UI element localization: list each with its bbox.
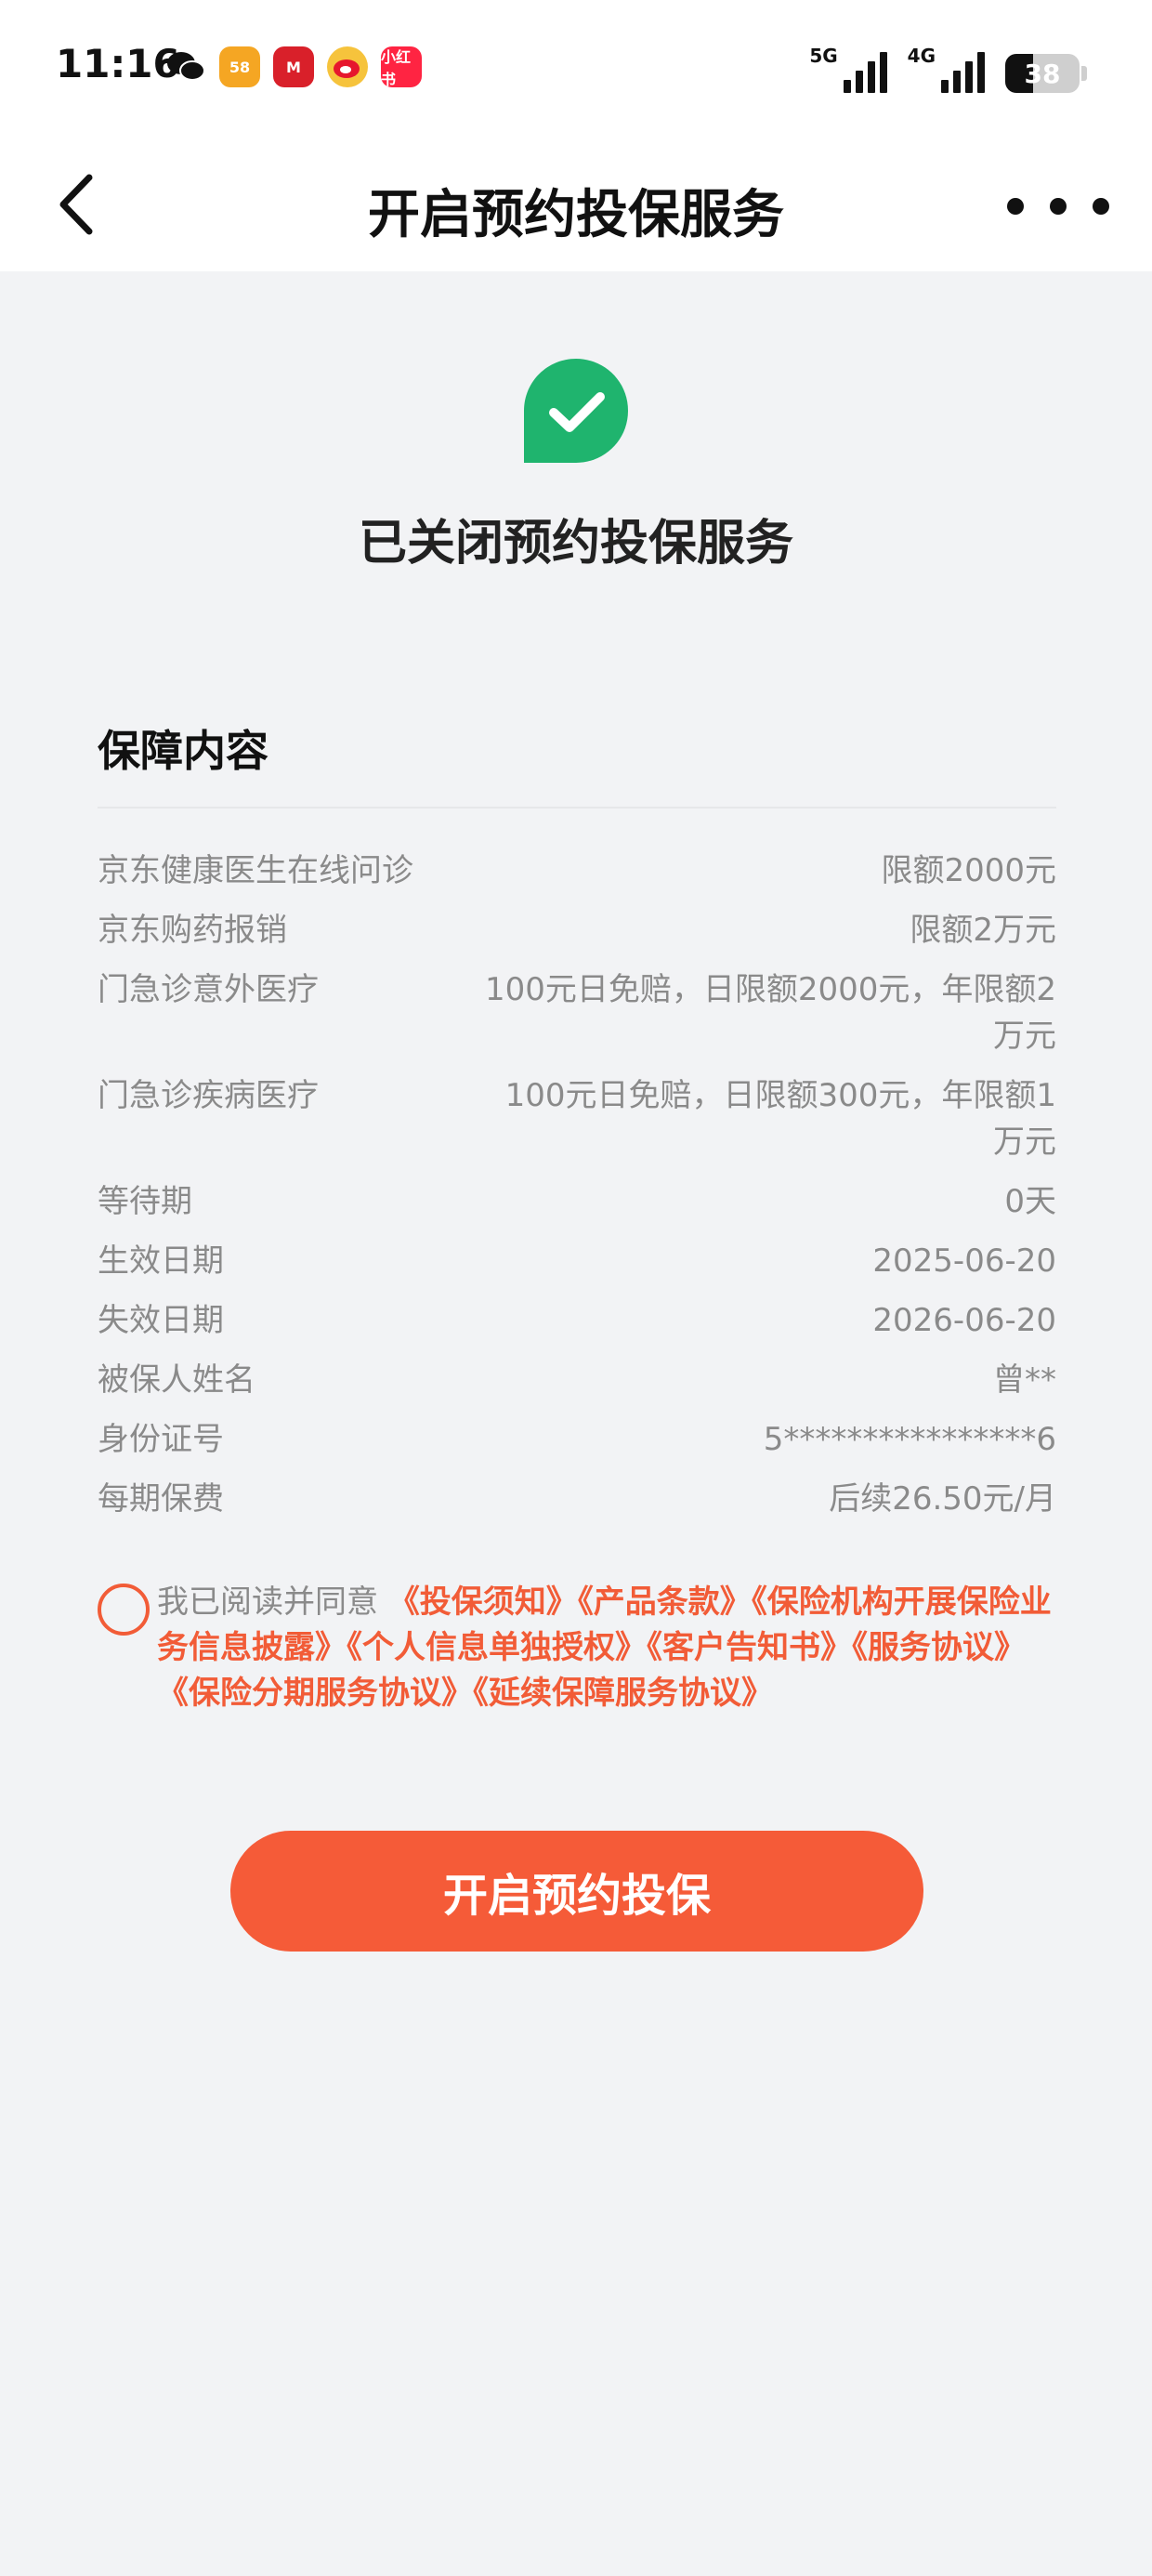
detail-label: 门急诊意外医疗	[98, 971, 319, 1008]
detail-row: 每期保费 后续26.50元/月	[98, 1476, 1056, 1522]
detail-row: 京东购药报销 限额2万元	[98, 907, 1056, 953]
coverage-detail-list: 京东健康医生在线问诊 限额2000元京东购药报销 限额2万元门急诊意外医疗 100元日…	[98, 848, 1056, 1535]
detail-row: 京东健康医生在线问诊 限额2000元	[98, 848, 1056, 894]
detail-value: 0天	[1004, 1183, 1056, 1220]
enable-reservation-button[interactable]: 开启预约投保	[230, 1831, 923, 1952]
detail-value: 2025-06-20	[872, 1242, 1056, 1280]
detail-row: 生效日期 2025-06-20	[98, 1238, 1056, 1284]
more-dots-icon	[1007, 198, 1109, 215]
detail-value: 后续26.50元/月	[829, 1480, 1056, 1518]
result-title: 已关闭预约投保服务	[358, 516, 793, 572]
battery-icon: 38	[1005, 54, 1080, 93]
agreement-link[interactable]: 《服务协议》	[852, 1629, 1026, 1666]
battery-level: 38	[1024, 58, 1061, 89]
detail-value: 100元日免赔，日限额2000元，年限额2万元	[484, 971, 1056, 1055]
section-title: 保障内容	[98, 726, 268, 776]
signal-bars-icon	[843, 52, 887, 93]
status-indicators: 5G 4G 38	[809, 45, 1087, 93]
success-check-icon	[524, 359, 628, 463]
network-5g: 5G	[809, 45, 887, 93]
detail-value: 曾**	[993, 1361, 1056, 1399]
signal-bars-icon	[941, 52, 985, 93]
detail-value: 100元日免赔，日限额300元，年限额1万元	[504, 1077, 1056, 1161]
cmb-bank-icon: M	[273, 46, 314, 87]
detail-label: 京东健康医生在线问诊	[98, 852, 413, 889]
agreement-link[interactable]: 《延续保障服务协议》	[473, 1675, 773, 1712]
wechat-icon	[165, 46, 206, 87]
detail-value: 2026-06-20	[872, 1302, 1056, 1339]
detail-value: 5****************6	[763, 1421, 1056, 1458]
detail-value: 限额2000元	[881, 852, 1056, 889]
notification-icons: 58 M 小红书	[165, 46, 422, 88]
xiaohongshu-icon: 小红书	[381, 46, 422, 88]
more-button[interactable]	[998, 178, 1119, 234]
detail-label: 生效日期	[98, 1242, 224, 1280]
cmb-bank-icon-label: M	[286, 58, 301, 76]
detail-row: 失效日期 2026-06-20	[98, 1297, 1056, 1344]
detail-value: 限额2万元	[910, 912, 1056, 949]
detail-label: 等待期	[98, 1183, 192, 1220]
detail-label: 门急诊疾病医疗	[98, 1077, 319, 1114]
agreement-link[interactable]: 《投保须知》	[388, 1584, 578, 1621]
agreement-block: 我已阅读并同意 《投保须知》《产品条款》《保险机构开展保险业务信息披露》《个人信…	[98, 1580, 1064, 1716]
detail-row: 门急诊意外医疗 100元日免赔，日限额2000元，年限额2万元	[98, 966, 1056, 1059]
detail-label: 每期保费	[98, 1480, 224, 1518]
status-bar: 11:16 58 M 小红书 5G 4G 38	[0, 0, 1152, 139]
battery-tip	[1081, 66, 1087, 81]
network-4g-label: 4G	[907, 45, 936, 67]
detail-label: 失效日期	[98, 1302, 224, 1339]
agreement-link[interactable]: 《保险分期服务协议》	[157, 1675, 473, 1712]
detail-label: 身份证号	[98, 1421, 224, 1458]
detail-row: 等待期 0天	[98, 1178, 1056, 1225]
weibo-icon	[327, 46, 368, 87]
nav-bar: 开启预约投保服务	[0, 139, 1152, 271]
detail-row: 门急诊疾病医疗 100元日免赔，日限额300元，年限额1万元	[98, 1072, 1056, 1165]
agreement-link[interactable]: 《客户告知书》	[647, 1629, 852, 1666]
detail-row: 身份证号 5****************6	[98, 1416, 1056, 1463]
section-divider	[98, 807, 1056, 808]
agreement-link[interactable]: 《个人信息单独授权》	[347, 1629, 647, 1666]
network-5g-label: 5G	[809, 45, 838, 67]
detail-row: 被保人姓名 曾**	[98, 1357, 1056, 1403]
detail-label: 被保人姓名	[98, 1361, 255, 1399]
58-app-icon: 58	[219, 46, 260, 87]
agree-checkbox[interactable]	[98, 1584, 150, 1636]
network-4g: 4G	[908, 45, 985, 93]
58-app-icon-label: 58	[229, 58, 251, 76]
status-time: 11:16	[56, 41, 180, 86]
agreement-text: 我已阅读并同意 《投保须知》《产品条款》《保险机构开展保险业务信息披露》《个人信…	[157, 1580, 1064, 1716]
agreement-link[interactable]: 《产品条款》	[578, 1584, 752, 1621]
detail-label: 京东购药报销	[98, 912, 287, 949]
xiaohongshu-icon-label: 小红书	[381, 48, 412, 88]
agreement-prefix: 我已阅读并同意	[157, 1584, 378, 1621]
page-title: 开启预约投保服务	[368, 185, 784, 245]
